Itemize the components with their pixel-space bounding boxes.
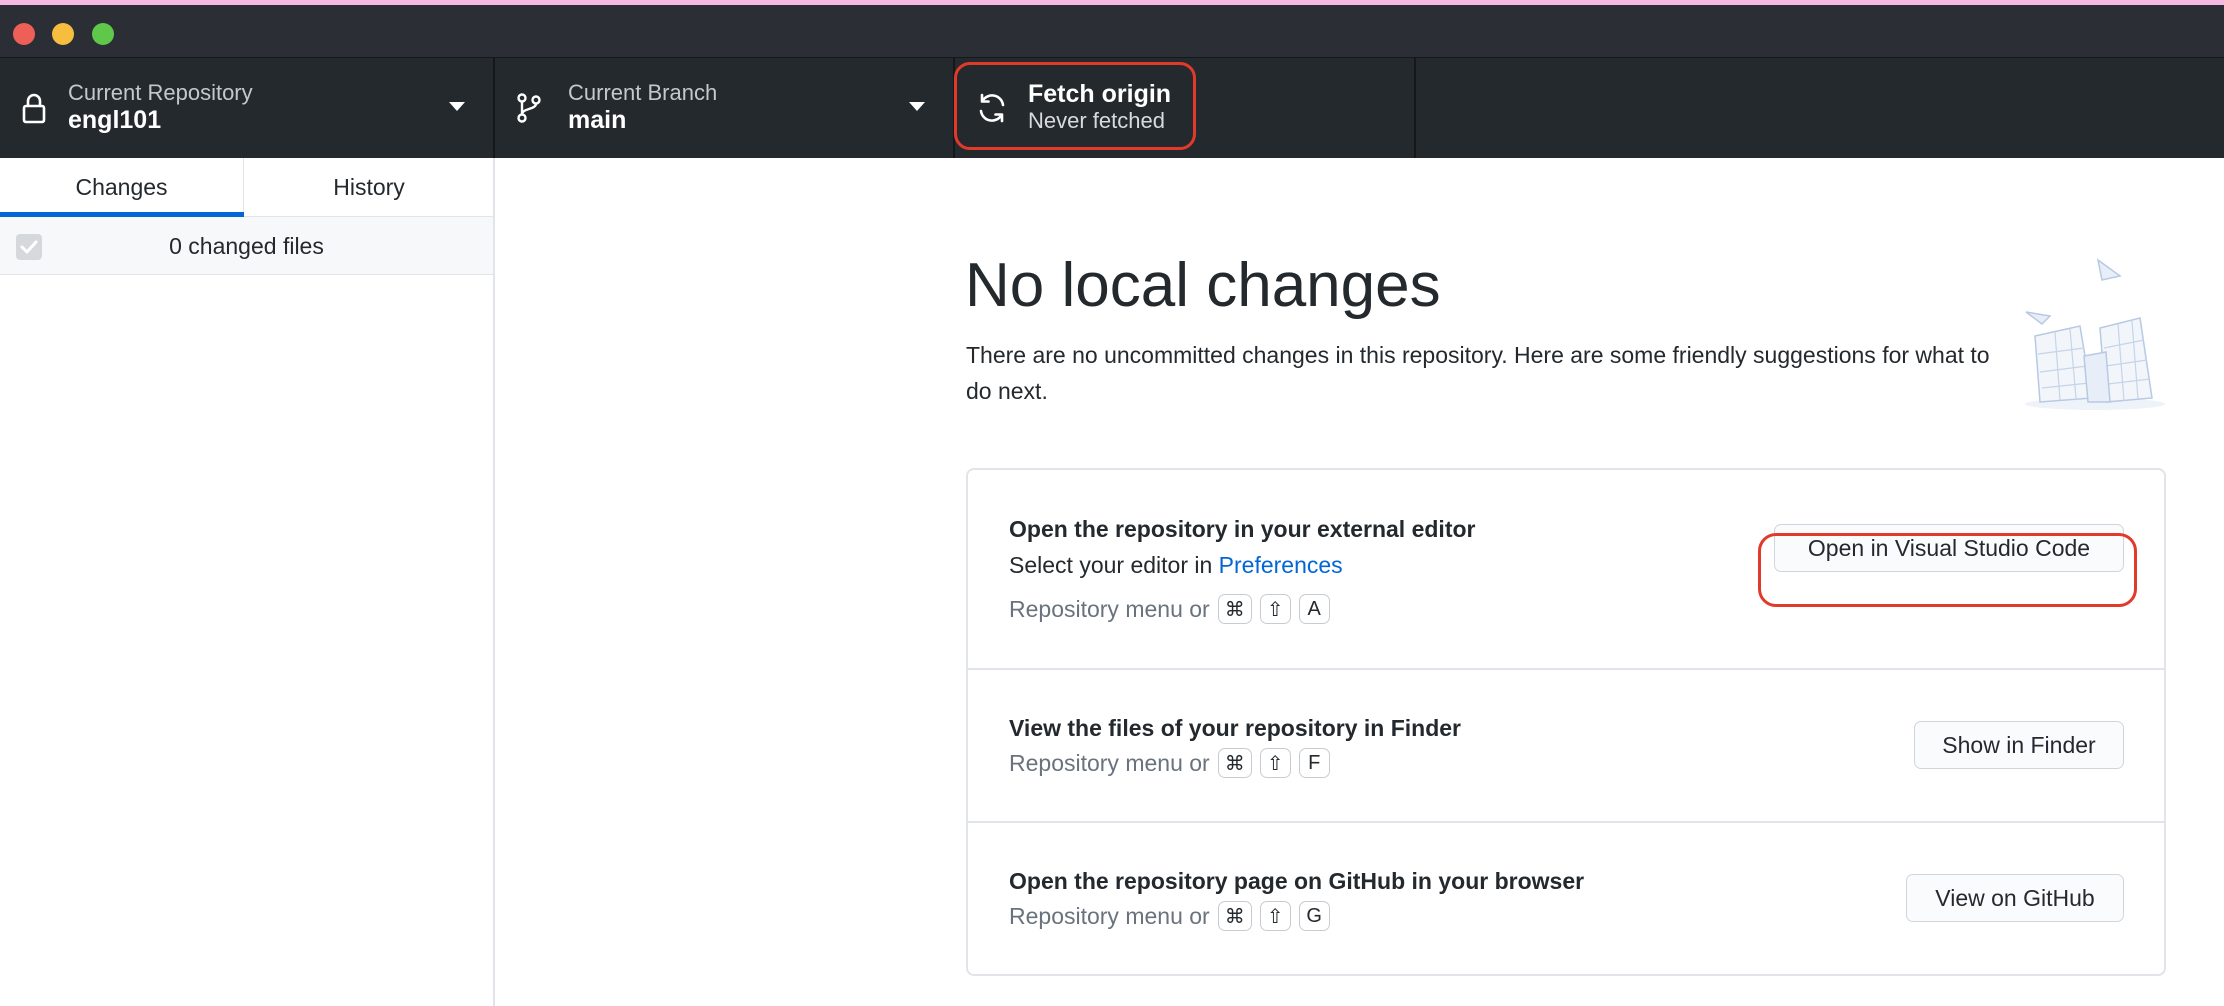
changed-files-count: 0 changed files [169, 232, 324, 259]
sidebar-tabs: Changes History [0, 158, 493, 217]
suggestion-title: View the files of your repository in Fin… [1009, 715, 1461, 741]
suggestion-view-on-github: Open the repository page on GitHub in yo… [968, 823, 2164, 974]
shift-key: ⇧ [1259, 748, 1291, 778]
maximize-window-button[interactable] [92, 23, 114, 45]
empty-state-illustration [2025, 258, 2165, 410]
minimize-window-button[interactable] [52, 23, 74, 45]
window-title-bar [0, 0, 2224, 57]
keyboard-shortcut-hint: Repository menu or ⌘ ⇧ F [1009, 748, 1330, 778]
fetch-origin-highlight [954, 62, 1196, 150]
keyboard-shortcut-hint: Repository menu or ⌘ ⇧ G [1009, 901, 1330, 931]
command-key: ⌘ [1217, 901, 1252, 931]
tab-changes[interactable]: Changes [0, 158, 244, 217]
shortcut-hint-text: Repository menu or [1009, 749, 1210, 776]
view-on-github-button[interactable]: View on GitHub [1906, 874, 2124, 922]
preferences-link[interactable]: Preferences [1219, 552, 1343, 578]
suggestion-title: Open the repository in your external edi… [1009, 516, 1476, 542]
lock-icon [22, 93, 46, 124]
suggestion-show-in-finder: View the files of your repository in Fin… [968, 670, 2164, 823]
repository-name: engl101 [68, 106, 162, 134]
current-repository-dropdown[interactable]: Current Repository engl101 [0, 58, 495, 158]
page-description: There are no uncommitted changes in this… [966, 342, 1990, 404]
shortcut-hint-text: Repository menu or [1009, 595, 1210, 622]
open-in-vscode-highlight [1758, 533, 2137, 607]
select-all-checkbox[interactable] [16, 234, 42, 260]
close-window-button[interactable] [13, 23, 35, 45]
command-key: ⌘ [1217, 748, 1252, 778]
current-branch-dropdown[interactable]: Current Branch main [495, 58, 955, 158]
repository-label: Current Repository [68, 80, 253, 105]
show-in-finder-button[interactable]: Show in Finder [1914, 721, 2124, 769]
letter-key: F [1298, 748, 1330, 778]
sidebar: Changes History 0 changed files [0, 158, 495, 1006]
shift-key: ⇧ [1259, 901, 1291, 931]
changed-files-header: 0 changed files [0, 217, 493, 275]
letter-key: A [1298, 594, 1330, 624]
checkmark-icon [20, 240, 38, 254]
suggestion-title: Open the repository page on GitHub in yo… [1009, 868, 1585, 894]
shift-key: ⇧ [1259, 594, 1291, 624]
git-branch-icon [517, 93, 541, 123]
keyboard-shortcut-hint: Repository menu or ⌘ ⇧ A [1009, 594, 1330, 624]
tab-history[interactable]: History [245, 158, 493, 217]
chevron-down-icon [449, 102, 465, 111]
page-title: No local changes [965, 251, 1441, 320]
shortcut-hint-text: Repository menu or [1009, 902, 1210, 929]
command-key: ⌘ [1217, 594, 1252, 624]
chevron-down-icon [909, 102, 925, 111]
letter-key: G [1298, 901, 1330, 931]
branch-name: main [568, 106, 627, 134]
branch-label: Current Branch [568, 80, 718, 105]
editor-preferences-text: Select your editor in [1009, 552, 1219, 578]
editor-preferences-line: Select your editor in Preferences [1009, 552, 1343, 579]
